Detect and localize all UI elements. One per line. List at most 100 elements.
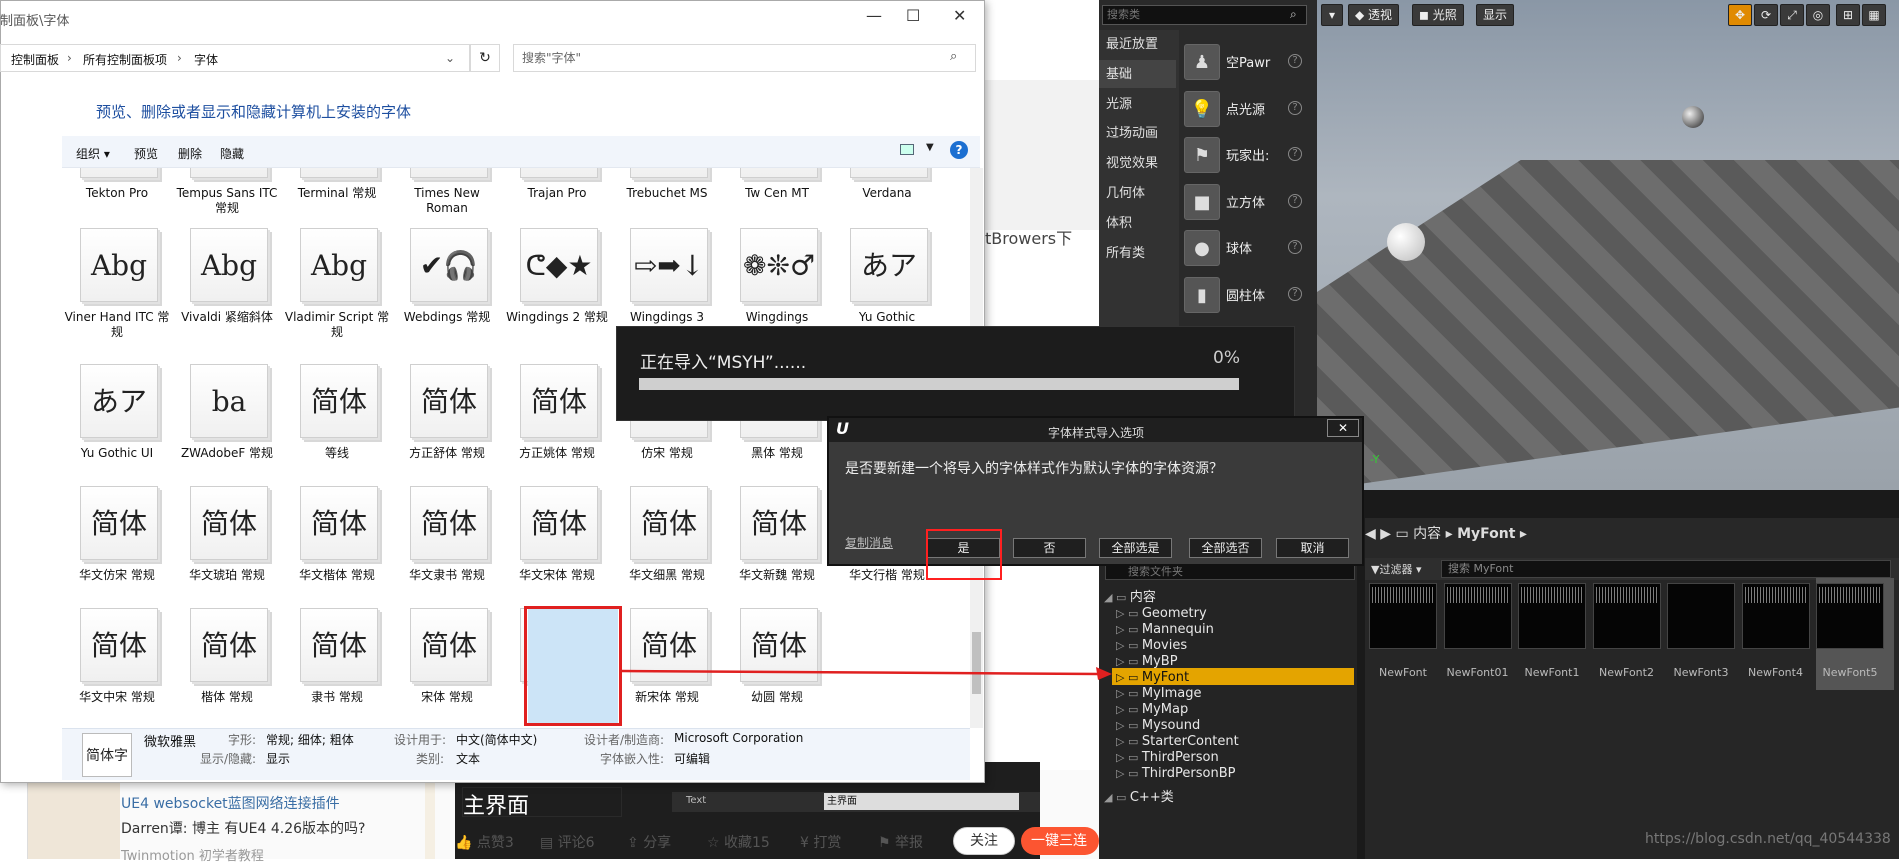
help-icon[interactable]: ? [1288,193,1302,208]
font-item[interactable]: 简体字隶书 常规 [282,608,392,728]
font-item[interactable]: ba ZWAdobeF 常规 [172,364,282,488]
font-item[interactable]: Trebuchet MS [612,168,722,228]
font-asset-thumbnail[interactable] [1667,583,1735,649]
view-icon[interactable] [900,144,914,155]
font-item[interactable]: 简体字华文仿宋 常规 [62,486,172,610]
path-item[interactable]: 内容 [1413,526,1441,542]
scrollbar-thumb[interactable] [972,632,981,694]
tip-button[interactable]: ¥ 打赏 [800,832,841,852]
maximize-button[interactable]: ☐ [906,6,920,25]
chevron-down-icon[interactable]: ⌄ [445,51,455,65]
hide-button[interactable]: 隐藏 [220,145,244,162]
ue-placeable-item[interactable]: 💡 点光源? [1184,89,1310,129]
recommend-link[interactable]: UE4 websocket蓝图网络连接插件 [121,793,340,813]
tree-folder-item[interactable]: ▷ ▭ Geometry [1116,606,1207,621]
copy-message-link[interactable]: 复制消息 [845,534,893,551]
font-item[interactable]: Tw Cen MT [722,168,832,228]
grid-icon[interactable]: ▦ [1862,4,1886,26]
font-asset-thumbnail[interactable] [1443,583,1512,649]
font-asset-thumbnail[interactable] [1592,583,1661,649]
ue-category-item[interactable]: 过场动画 [1106,122,1158,141]
help-icon[interactable]: ? [1288,286,1302,301]
font-item[interactable]: Abg Vladimir Script 常规 [282,228,392,352]
ue-category-item[interactable]: 基础 [1106,63,1132,82]
ue-placeable-item[interactable]: ● 球体? [1184,228,1310,268]
font-item[interactable]: 简体字华文宋体 常规 [502,486,612,610]
tree-folder-item[interactable]: ▷ ▭ Mysound [1116,718,1200,733]
rotate-icon[interactable]: ⟳ [1754,4,1778,26]
help-icon[interactable]: ? [1288,147,1302,161]
font-item[interactable]: 简体字华文琥珀 常规 [172,486,282,610]
tree-folder-item[interactable]: ▷ ▭ Movies [1116,638,1187,653]
ue-category-item[interactable]: 最近放置 [1106,33,1158,52]
address-bar[interactable]: 控制面板 › 所有控制面板项 › 字体 ⌄ [0,44,470,72]
font-item[interactable]: Times New Roman [392,168,502,228]
onekey-button[interactable]: 一键三连 [1021,827,1099,855]
tree-folder-item[interactable]: ▷ ▭ ThirdPerson [1116,750,1219,765]
font-item[interactable]: 简体字宋体 常规 [392,608,502,728]
organize-button[interactable]: 组织 ▾ [76,145,110,162]
breadcrumb-item[interactable]: 所有控制面板项 [83,51,167,68]
tree-folder-item[interactable]: ▷ ▭ Mannequin [1116,622,1214,637]
show-button[interactable]: 显示 [1476,4,1515,26]
font-item[interactable]: 简体字楷体 常规 [172,608,282,728]
ue-sphere-actor[interactable] [1387,223,1425,261]
tree-folder-item[interactable]: ▷ ▭ MyMap [1116,702,1188,717]
ue-category-item[interactable]: 几何体 [1106,182,1145,201]
preview-button[interactable]: 预览 [134,145,158,162]
search-icon[interactable]: ⌕ [950,49,957,64]
ue-placeable-item[interactable]: ▮ 圆柱体? [1184,275,1310,315]
font-item[interactable]: Abg Vivaldi 紧缩斜体 [172,228,282,352]
font-item[interactable]: 简体字华文新魏 常规 [722,486,832,610]
font-item[interactable]: ᕦ◆★ Wingdings 2 常规 [502,228,612,352]
close-button[interactable]: ✕ [953,6,966,25]
help-icon[interactable]: ? [1288,100,1302,115]
help-icon[interactable]: ? [1288,240,1302,254]
font-item[interactable]: ✔🎧○ Webdings 常规 [392,228,502,352]
search-input[interactable]: 搜索"字体" [513,44,976,72]
ue-placeable-item[interactable]: ■ 立方体? [1184,182,1310,222]
delete-button[interactable]: 删除 [178,145,202,162]
font-asset-thumbnail[interactable] [1369,583,1437,649]
tree-folder-item[interactable]: ▷ ▭ MyImage [1116,686,1201,701]
font-item[interactable]: 简体字华文细黑 常规 [612,486,722,610]
yes-all-button[interactable]: 全部选是 [1099,538,1172,558]
lit-button[interactable]: ◼ 光照 [1412,4,1464,26]
world-icon[interactable]: ◎ [1806,4,1830,26]
move-icon[interactable]: ✥ [1728,4,1752,26]
back-icon[interactable]: ◀ [1365,526,1376,542]
like-button[interactable]: 👍 点赞3 [455,832,514,852]
breadcrumb-item[interactable]: 字体 [194,51,218,68]
font-asset-thumbnail[interactable] [1816,583,1884,649]
font-item[interactable]: Verdana [832,168,942,228]
ue-category-item[interactable]: 光源 [1106,93,1132,112]
scale-icon[interactable]: ⤢ [1780,4,1804,26]
ue-category-item[interactable]: 所有类 [1106,242,1145,261]
font-item[interactable]: Terminal 常规 [282,168,392,228]
font-item[interactable]: 简体字华文中宋 常规 [62,608,172,728]
ue-light-actor[interactable] [1682,106,1704,128]
font-item[interactable]: Tempus Sans ITC 常规 [172,168,282,228]
ue-category-item[interactable]: 体积 [1106,212,1132,231]
ue-placeable-item[interactable]: ⚑ 玩家出:? [1184,135,1310,175]
minimize-button[interactable]: — [866,6,882,25]
help-icon[interactable]: ? [950,141,968,159]
viewport-menu-icon[interactable]: ▾ [1321,4,1343,26]
font-item[interactable]: 简体字华文隶书 常规 [392,486,502,610]
tree-folder-item[interactable]: ▷ ▭ ThirdPersonBP [1116,766,1235,781]
asset-search[interactable]: 搜索 MyFont [1441,560,1891,578]
font-item[interactable]: 简体字方正舒体 常规 [392,364,502,488]
font-item[interactable]: Trajan Pro [502,168,612,228]
ue-class-search[interactable]: 搜索类 [1102,5,1307,25]
help-icon[interactable]: ? [1288,54,1302,68]
share-button[interactable]: ⇪ 分享 [627,832,671,852]
forward-icon[interactable]: ▶ [1380,526,1391,542]
font-item[interactable]: Tekton Pro [62,168,172,228]
refresh-icon[interactable]: ↻ [470,44,500,72]
close-icon[interactable]: ✕ [1327,419,1359,437]
font-item[interactable]: 简体字华文楷体 常规 [282,486,392,610]
no-button[interactable]: 否 [1013,538,1086,558]
tree-folder-item[interactable]: ◢ ▭ C++类 [1104,786,1174,805]
recommend-link[interactable]: Twinmotion 初学者教程 [121,845,264,864]
font-item[interactable]: 简体字方正姚体 常规 [502,364,612,488]
